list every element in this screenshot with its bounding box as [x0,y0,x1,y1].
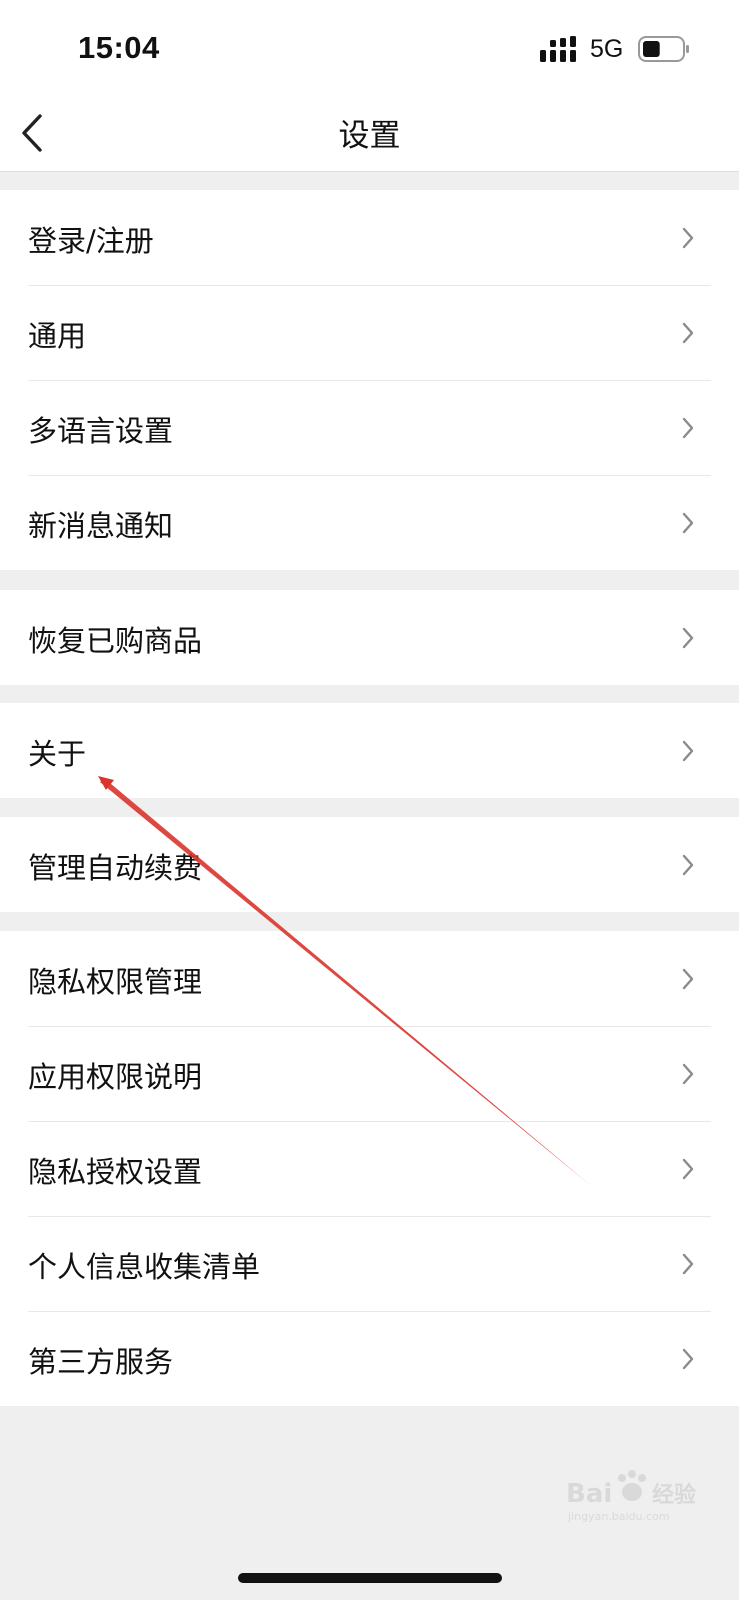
settings-group-purchases: 恢复已购商品 [0,590,739,685]
settings-row-app-permissions[interactable]: 应用权限说明 [0,1026,739,1121]
settings-row-restore-purchases[interactable]: 恢复已购商品 [0,590,739,685]
settings-row-language[interactable]: 多语言设置 [0,380,739,475]
chevron-right-icon [682,968,694,990]
row-label: 多语言设置 [28,414,174,448]
settings-row-general[interactable]: 通用 [0,285,739,380]
row-label: 管理自动续费 [28,851,203,885]
svg-text:Bai: Bai [566,1479,612,1509]
settings-row-notifications[interactable]: 新消息通知 [0,475,739,570]
chevron-right-icon [682,1348,694,1370]
row-label: 新消息通知 [28,509,174,543]
settings-row-auto-renewal[interactable]: 管理自动续费 [0,817,739,912]
chevron-right-icon [682,227,694,249]
chevron-right-icon [682,854,694,876]
settings-group-account: 登录/注册 通用 多语言设置 新消息通知 [0,190,739,570]
settings-row-privacy-authorization[interactable]: 隐私授权设置 [0,1121,739,1216]
chevron-right-icon [682,1253,694,1275]
status-bar: 15:04 5G [0,0,739,92]
row-label: 登录/注册 [28,224,154,258]
settings-row-personal-info-list[interactable]: 个人信息收集清单 [0,1216,739,1311]
page-title: 设置 [338,118,401,154]
chevron-right-icon [682,1158,694,1180]
settings-row-login-register[interactable]: 登录/注册 [0,190,739,285]
battery-icon [638,36,689,62]
chevron-right-icon [682,417,694,439]
network-type: 5G [590,35,624,63]
nav-bar: 设置 [0,92,739,172]
baidu-jingyan-watermark-logo: Bai 经验 jingyan.baidu.com [566,1470,696,1523]
row-label: 关于 [28,737,87,771]
settings-group-subscription: 管理自动续费 [0,817,739,912]
status-time: 15:04 [78,30,160,65]
chevron-right-icon [682,740,694,762]
settings-group-privacy: 隐私权限管理 应用权限说明 隐私授权设置 个人信息收集清单 第三方服务 [0,931,739,1406]
home-indicator[interactable] [238,1573,502,1583]
cellular-signal-icon [540,36,576,62]
svg-text:经验: 经验 [652,1482,696,1508]
chevron-right-icon [682,627,694,649]
settings-group-about: 关于 [0,703,739,798]
row-label: 个人信息收集清单 [28,1250,261,1284]
chevron-right-icon [682,512,694,534]
settings-row-about[interactable]: 关于 [0,703,739,798]
chevron-right-icon [682,322,694,344]
row-label: 通用 [28,319,87,353]
chevron-right-icon [682,1063,694,1085]
settings-row-third-party[interactable]: 第三方服务 [0,1311,739,1406]
settings-row-privacy-permissions[interactable]: 隐私权限管理 [0,931,739,1026]
row-label: 恢复已购商品 [28,624,203,658]
row-label: 应用权限说明 [28,1060,203,1094]
row-label: 隐私权限管理 [28,965,203,999]
row-label: 第三方服务 [28,1345,174,1379]
svg-text:jingyan.baidu.com: jingyan.baidu.com [567,1510,670,1523]
row-label: 隐私授权设置 [28,1155,203,1189]
